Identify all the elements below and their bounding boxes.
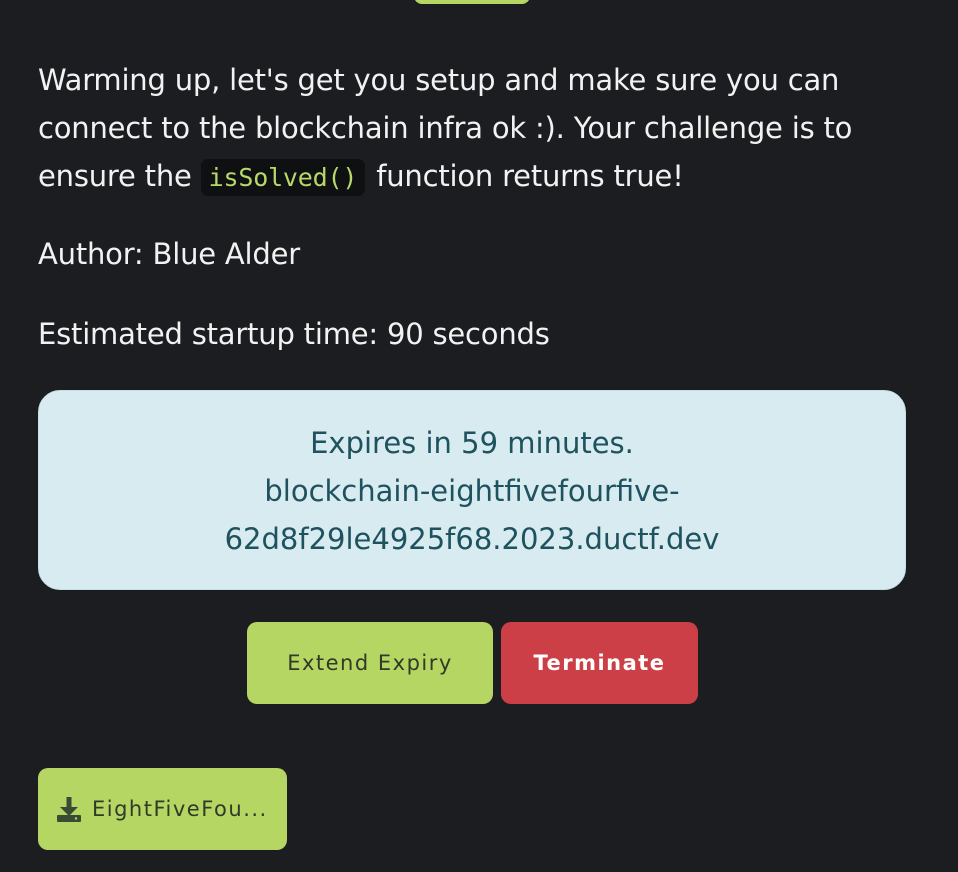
instance-host-line-2: 62d8f29le4925f68.2023.ductf.dev (224, 522, 720, 556)
download-icon (54, 794, 84, 824)
terminate-button[interactable]: Terminate (501, 622, 698, 704)
challenge-page: Warming up, let's get you setup and make… (0, 0, 958, 872)
challenge-author: Author: Blue Alder (38, 237, 300, 271)
instance-host-line-1: blockchain-eightfivefourfive- (264, 474, 680, 508)
download-file-button[interactable]: EightFiveFou... (38, 768, 287, 850)
expiry-text: Expires in 59 minutes. (310, 426, 634, 460)
top-button-edge[interactable] (414, 0, 530, 4)
description-paragraph: Warming up, let's get you setup and make… (38, 56, 898, 202)
code-snippet: isSolved() (200, 159, 366, 196)
instance-info-box: Expires in 59 minutes. blockchain-eightf… (38, 390, 906, 590)
extend-expiry-button[interactable]: Extend Expiry (247, 622, 493, 704)
startup-time: Estimated startup time: 90 seconds (38, 317, 550, 351)
description-text-end: function returns true! (367, 159, 684, 193)
challenge-description: Warming up, let's get you setup and make… (38, 56, 898, 202)
download-file-label: EightFiveFou... (92, 797, 268, 821)
